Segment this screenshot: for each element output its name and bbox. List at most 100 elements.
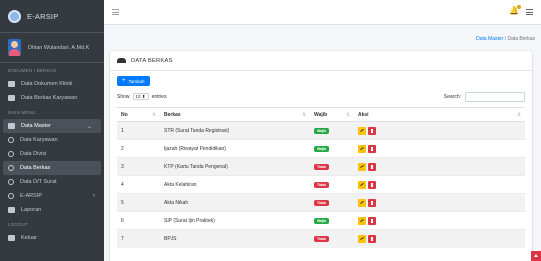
cell-berkas: SIP (Surat Ijin Praktek)	[160, 211, 310, 230]
add-button-label: Tambah	[128, 78, 145, 84]
sidebar-item-data-divisi[interactable]: Data Divisi	[0, 147, 104, 161]
chevron-left-icon: ‹	[93, 193, 95, 199]
column-header-wajib[interactable]: Wajib ⇅	[310, 107, 354, 122]
delete-icon[interactable]	[368, 198, 376, 207]
nav-header-main-menu: MAIN MENU	[8, 109, 36, 115]
cell-no: 6	[117, 211, 160, 230]
sidebar-item-laporan[interactable]: Laporan	[0, 203, 104, 217]
add-button[interactable]: + Tambah	[117, 76, 150, 86]
dashboard-icon	[8, 123, 15, 129]
column-header-berkas[interactable]: Berkas ⇅	[160, 107, 310, 122]
delete-icon[interactable]	[368, 162, 376, 171]
notification-badge	[517, 5, 521, 9]
sidebar-item-data-master[interactable]: Data Master ⌄	[3, 119, 101, 133]
breadcrumb-current: Data Berkas	[507, 36, 535, 42]
sort-icon: ⇅	[517, 112, 521, 117]
cell-aksi	[354, 157, 525, 176]
sidebar-item-data-berkas[interactable]: Data Berkas	[3, 161, 101, 175]
brand[interactable]: E-ARSIP	[0, 0, 104, 33]
entries-select[interactable]: 10 ⬍	[132, 93, 149, 100]
circle-icon	[8, 137, 14, 143]
cell-wajib: Tidak	[310, 157, 354, 176]
cell-no: 3	[117, 157, 160, 176]
nav-header-dokumen: DOKUMEN / BERKAS	[8, 67, 57, 73]
user-menu-icon[interactable]	[526, 9, 533, 17]
table-row: 7 BPJS Tidak	[117, 229, 525, 248]
brand-title: E-ARSIP	[27, 11, 59, 21]
cell-aksi	[354, 229, 525, 248]
breadcrumb-separator: /	[504, 36, 507, 42]
sidebar-item-e-arsip[interactable]: E-ARSIP ‹	[0, 189, 104, 203]
delete-icon[interactable]	[368, 126, 376, 135]
delete-icon[interactable]	[368, 144, 376, 153]
edit-icon[interactable]	[358, 162, 366, 171]
wajib-badge: Wajib	[314, 217, 330, 224]
circle-icon	[8, 151, 14, 157]
show-entries: Show 10 ⬍ entries	[117, 93, 167, 100]
column-header-aksi[interactable]: Aksi ⇅	[354, 107, 525, 122]
table-header-row: No ⇅ Berkas ⇅ Wajib ⇅ Aksi ⇅	[117, 107, 525, 122]
cell-no: 2	[117, 139, 160, 158]
cell-wajib: Tidak	[310, 229, 354, 248]
column-header-no[interactable]: No ⇅	[117, 107, 160, 122]
cell-wajib: Wajib	[310, 139, 354, 158]
cell-berkas: Akta Kelahiran	[160, 175, 310, 194]
show-label: Show	[117, 93, 130, 100]
cell-aksi	[354, 193, 525, 212]
breadcrumb: Data Master / Data Berkas	[476, 36, 535, 42]
edit-icon[interactable]	[358, 198, 366, 207]
cell-aksi	[354, 211, 525, 230]
wajib-badge: Tidak	[314, 235, 330, 242]
sidebar-item-data-dokumen-klinik[interactable]: Data Dokumen Klinik	[0, 77, 104, 91]
edit-icon[interactable]	[358, 234, 366, 243]
breadcrumb-parent-link[interactable]: Data Master	[476, 36, 503, 42]
user-panel[interactable]: Dhian Wulandari, A.Md.K	[0, 33, 104, 63]
search-label: Search:	[443, 94, 461, 100]
wajib-badge: Wajib	[314, 127, 330, 134]
edit-icon[interactable]	[358, 180, 366, 189]
scroll-to-top-button[interactable]	[531, 251, 541, 261]
delete-icon[interactable]	[368, 216, 376, 225]
logout-icon	[8, 235, 15, 241]
delete-icon[interactable]	[368, 180, 376, 189]
avatar	[8, 39, 21, 56]
sidebar-item-label: Data Berkas Karyawan	[21, 95, 78, 101]
brand-logo-icon	[8, 9, 21, 23]
cell-berkas: KTP (Kartu Tanda Pengenal)	[160, 157, 310, 176]
search: Search:	[444, 92, 525, 102]
sidebar-item-label: Data Divisi	[20, 151, 47, 157]
cell-berkas: BPJS	[160, 229, 310, 248]
cell-aksi	[354, 121, 525, 140]
cell-wajib: Tidak	[310, 193, 354, 212]
sidebar: E-ARSIP Dhian Wulandari, A.Md.K DOKUMEN …	[0, 0, 104, 261]
search-input[interactable]	[465, 92, 525, 102]
table-row: 5 Akta Nikah Tidak	[117, 193, 525, 212]
cell-no: 5	[117, 193, 160, 212]
delete-icon[interactable]	[368, 234, 376, 243]
sidebar-item-label: Data D/T Surat	[20, 179, 57, 185]
sort-icon: ⇅	[346, 112, 350, 117]
cell-aksi	[354, 175, 525, 194]
hamburger-menu-icon[interactable]	[112, 9, 119, 17]
sidebar-item-keluar[interactable]: Keluar	[0, 231, 104, 245]
table-row: 4 Akta Kelahiran Tidak	[117, 175, 525, 194]
cell-wajib: Tidak	[310, 175, 354, 194]
users-icon	[117, 58, 126, 63]
cell-no: 4	[117, 175, 160, 194]
edit-icon[interactable]	[358, 144, 366, 153]
sidebar-item-label: Data Dokumen Klinik	[21, 81, 73, 87]
sidebar-item-label: Keluar	[21, 235, 37, 241]
wajib-badge: Wajib	[314, 145, 330, 152]
table-row: 2 Ijazah (Riwayat Pendidikan) Wajib	[117, 139, 525, 158]
circle-icon	[8, 165, 14, 171]
sidebar-item-data-dt-surat[interactable]: Data D/T Surat	[0, 175, 104, 189]
sidebar-item-data-berkas-karyawan[interactable]: Data Berkas Karyawan	[0, 91, 104, 105]
plus-icon: +	[122, 78, 126, 84]
nav-header-logout: LOGOUT	[8, 221, 29, 227]
table-row: 6 SIP (Surat Ijin Praktek) Wajib	[117, 211, 525, 230]
edit-icon[interactable]	[358, 126, 366, 135]
cell-berkas: STR (Surat Tanda Registrasi)	[160, 121, 310, 140]
edit-icon[interactable]	[358, 216, 366, 225]
sidebar-item-data-karyawan[interactable]: Data Karyawan	[0, 133, 104, 147]
user-name: Dhian Wulandari, A.Md.K	[28, 44, 90, 51]
